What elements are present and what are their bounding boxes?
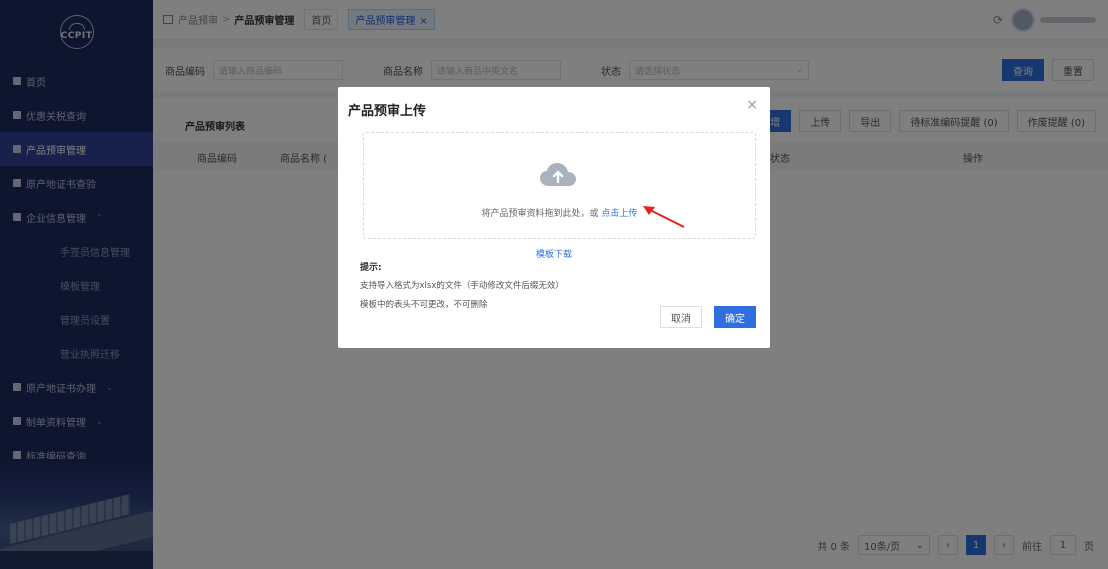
close-icon[interactable]: × xyxy=(746,97,758,113)
template-download-link[interactable]: 模板下载 xyxy=(338,247,770,260)
upload-dropzone[interactable]: 将产品预审资料拖到此处，或 点击上传 xyxy=(363,132,756,239)
dropzone-hint: 将产品预审资料拖到此处，或 xyxy=(481,209,602,219)
cloud-upload-icon xyxy=(540,163,576,186)
tips-title: 提示: xyxy=(360,263,382,273)
upload-dialog: 产品预审上传 × 将产品预审资料拖到此处，或 点击上传 模板下载 提示: 支持导… xyxy=(338,87,770,348)
tip-header: 模板中的表头不可更改，不可删除 xyxy=(360,300,488,310)
red-arrow-annotation xyxy=(643,206,685,228)
confirm-button[interactable]: 确定 xyxy=(714,306,756,328)
dropzone-text: 将产品预审资料拖到此处，或 点击上传 xyxy=(364,206,755,219)
dialog-title: 产品预审上传 xyxy=(348,104,427,119)
click-upload-link[interactable]: 点击上传 xyxy=(601,209,637,219)
tip-format: 支持导入格式为xlsx的文件（手动修改文件后缀无效） xyxy=(360,281,564,291)
cancel-button[interactable]: 取消 xyxy=(660,306,702,328)
